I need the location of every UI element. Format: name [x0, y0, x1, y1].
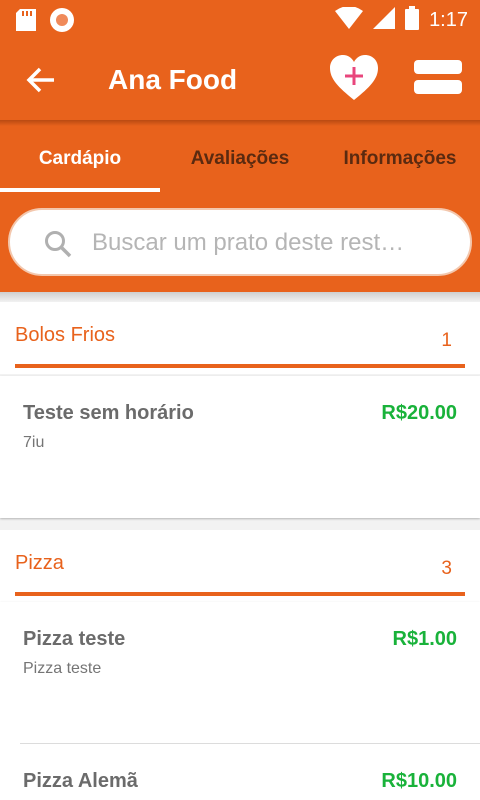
back-arrow-icon[interactable]: [24, 60, 64, 100]
wifi-icon: [335, 6, 364, 34]
signal-icon: [373, 7, 396, 34]
list-item[interactable]: Teste sem horário R$20.00 7iu: [0, 376, 480, 518]
section-title: Pizza: [15, 552, 64, 574]
record-icon: [50, 8, 74, 32]
menu-icon[interactable]: [414, 60, 462, 96]
search-icon: [42, 228, 74, 260]
dish-price: R$10.00: [381, 770, 457, 792]
tab-bar: Cardápio Avaliações Informações: [0, 126, 480, 192]
dish-price: R$1.00: [392, 628, 458, 650]
section-title: Bolos Frios: [15, 324, 116, 346]
list-item[interactable]: Pizza Alemã R$10.00: [0, 744, 480, 800]
tab-avaliacoes[interactable]: Avaliações: [160, 126, 320, 192]
dish-name: Teste sem horário: [23, 402, 194, 424]
app-bar: Ana Food: [0, 40, 480, 120]
menu-content: Bolos Frios 1 Teste sem horário R$20.00 …: [0, 292, 480, 800]
dish-price: R$20.00: [381, 402, 457, 424]
search-input[interactable]: [92, 224, 452, 262]
tab-cardapio[interactable]: Cardápio: [0, 126, 160, 192]
status-bar: 1:17: [0, 0, 480, 40]
dish-name: Pizza teste: [23, 628, 126, 650]
section-divider: [15, 592, 465, 596]
battery-icon: [405, 6, 420, 35]
section-count: 3: [441, 558, 452, 579]
dish-name: Pizza Alemã: [23, 770, 138, 792]
favorite-add-icon[interactable]: [328, 54, 380, 102]
list-item-group: Pizza teste R$1.00 Pizza teste Pizza Ale…: [0, 602, 480, 800]
list-item[interactable]: Pizza teste R$1.00 Pizza teste: [0, 602, 480, 742]
section-header[interactable]: Bolos Frios 1: [0, 302, 480, 374]
section-divider: [15, 364, 465, 368]
dish-description: 7iu: [23, 434, 45, 451]
search-box[interactable]: [8, 208, 472, 276]
content-shadow: [0, 292, 480, 302]
section-count: 1: [441, 330, 452, 351]
section-header[interactable]: Pizza 3: [0, 530, 480, 602]
sd-card-icon: [16, 9, 36, 31]
search-area: [0, 192, 480, 292]
dish-description: Pizza teste: [23, 660, 102, 677]
page-title: Ana Food: [108, 64, 238, 95]
tab-informacoes[interactable]: Informações: [320, 126, 480, 192]
clock-time: 1:17: [429, 9, 468, 31]
